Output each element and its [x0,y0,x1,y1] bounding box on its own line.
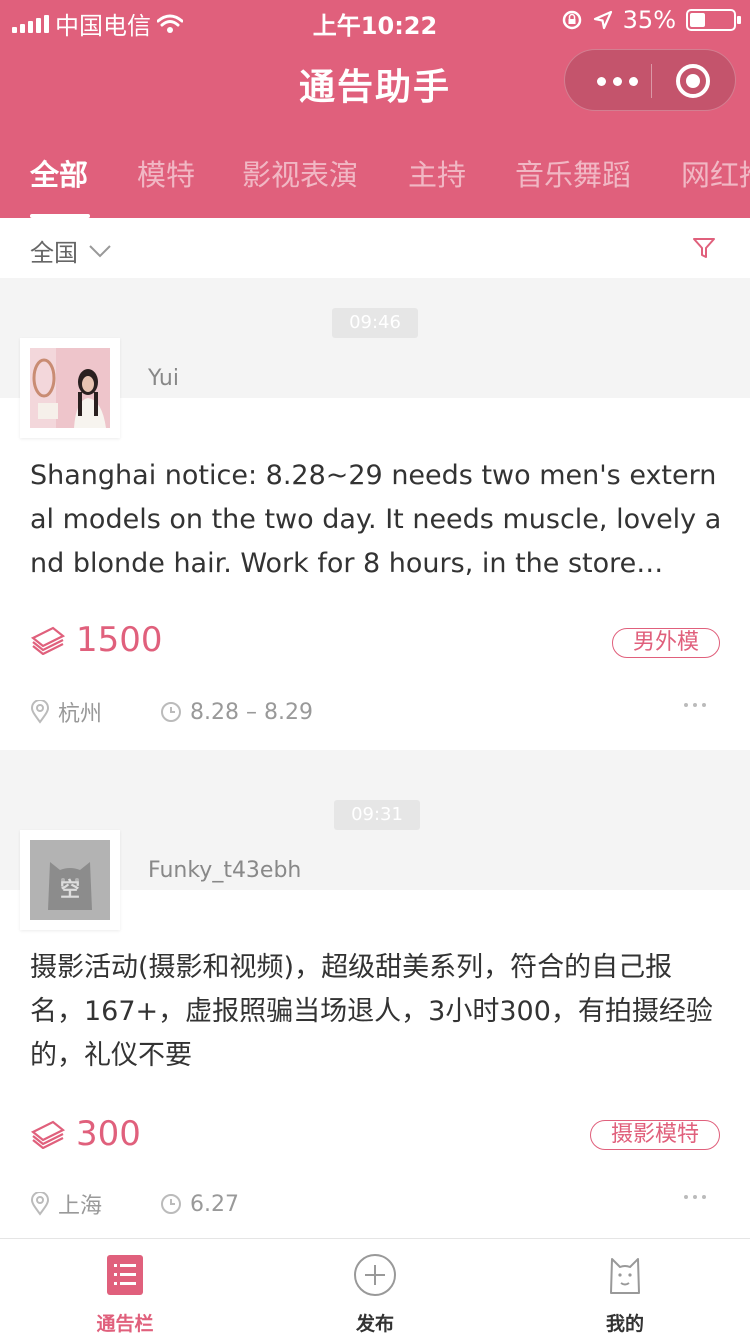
filter-bar: 全国 [0,218,750,278]
money-icon [30,1120,66,1149]
cat-profile-icon [610,1258,640,1294]
post-description: Shanghai notice: 8.28~29 needs two men's… [30,460,722,579]
tab-all[interactable]: 全部 [30,152,88,194]
user-photo [30,348,110,428]
money-icon [30,626,66,655]
category-tag: 男外模 [611,628,720,658]
battery-fill [690,13,705,27]
more-options-icon[interactable] [684,1195,706,1199]
avatar[interactable]: 空 [20,830,120,930]
category-tag: 摄影模特 [589,1120,720,1150]
status-bar: 中国电信 上午10:22 35% [0,0,750,40]
user-name[interactable]: Funky_t43ebh [148,858,301,883]
post-description: 摄影活动(摄影和视频)，超级甜美系列，符合的自己报名，167+，虚报照骗当场退人… [30,952,713,1071]
tabbar-label: 通告栏 [96,1313,154,1334]
tab-model[interactable]: 模特 [137,152,195,194]
tabbar-item-publish[interactable]: 发布 [250,1239,500,1334]
add-circle-icon [354,1254,396,1296]
tabbar-label: 我的 [605,1313,644,1334]
chevron-down-icon [89,244,111,257]
location-label: 杭州 [58,702,103,727]
location-label: 上海 [58,1194,103,1219]
post-time-badge: 09:46 [332,308,418,338]
notice-list-icon [107,1255,143,1295]
tab-film-acting[interactable]: 影视表演 [242,152,358,194]
tab-music-dance[interactable]: 音乐舞蹈 [515,152,631,194]
capsule-divider [651,64,652,98]
category-tabs: 全部 模特 影视表演 主持 音乐舞蹈 网红推 [0,148,750,218]
region-label: 全国 [30,239,78,267]
tab-host[interactable]: 主持 [408,152,466,194]
close-target-icon[interactable] [676,64,710,98]
user-name[interactable]: Yui [148,366,179,391]
avatar-placeholder-char: 空 [60,877,80,901]
clock-icon [161,1194,181,1214]
filter-funnel-icon[interactable] [692,236,716,260]
tabbar-item-notices[interactable]: 通告栏 [0,1239,250,1334]
more-menu-icon[interactable] [587,66,647,96]
price: 300 [76,1114,141,1154]
price: 1500 [76,620,163,660]
orientation-lock-icon [562,10,581,30]
avatar[interactable] [20,338,120,438]
battery-percent: 35% [622,6,676,34]
tabbar-item-profile[interactable]: 我的 [500,1239,750,1334]
location-pin-icon [30,700,50,724]
default-cat-avatar: 空 [30,840,110,920]
bottom-tab-bar: 通告栏 发布 我的 [0,1238,750,1334]
location-arrow-icon [593,10,612,30]
date-range: 6.27 [190,1191,239,1217]
post-time-badge: 09:31 [334,800,420,830]
more-options-icon[interactable] [684,703,706,707]
app-header: 中国电信 上午10:22 35% 通告助手 全部 模特 影视表演 主持 音乐舞蹈… [0,0,750,218]
region-selector[interactable]: 全国 [30,233,112,268]
tab-influencer[interactable]: 网红推 [681,152,750,194]
clock-icon [161,702,181,722]
date-range: 8.28 – 8.29 [190,699,313,725]
tabbar-label: 发布 [355,1313,394,1334]
location-pin-icon [30,1192,50,1216]
mini-program-capsule [564,49,736,111]
battery-icon [686,9,741,31]
